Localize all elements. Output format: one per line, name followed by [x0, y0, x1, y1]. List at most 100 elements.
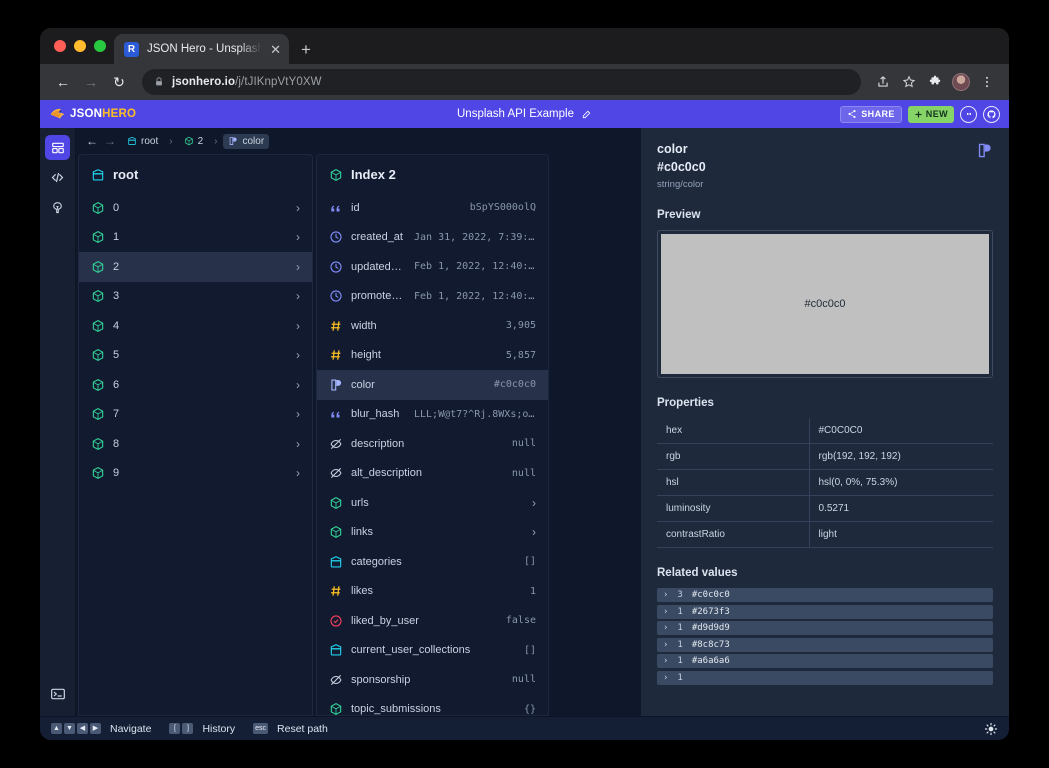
bookmark-star-icon[interactable]	[897, 70, 921, 94]
index2-pane-rows: id bSpYS000olQ created_at Jan 31, 2022, …	[317, 193, 548, 715]
object-icon	[330, 496, 342, 509]
list-item[interactable]: 8 ›	[79, 429, 312, 459]
theme-toggle-button[interactable]	[984, 722, 998, 736]
boolean-icon	[330, 615, 342, 627]
table-row-selected[interactable]: color #c0c0c0	[317, 370, 548, 400]
table-row: hex #C0C0C0	[657, 418, 993, 444]
list-item[interactable]: › 1 #2673f3	[657, 604, 993, 619]
app-header: JSONHERO Unsplash API Example SHARE NEW	[40, 100, 1009, 128]
table-row[interactable]: id bSpYS000olQ	[317, 193, 548, 223]
table-row[interactable]: liked_by_user false	[317, 606, 548, 636]
list-item[interactable]: 1 ›	[79, 223, 312, 253]
breadcrumb-item-root[interactable]: root	[122, 134, 163, 149]
app-logo[interactable]: JSONHERO	[49, 107, 136, 122]
close-window-button[interactable]	[54, 40, 66, 52]
property-key: rgb	[657, 443, 810, 470]
list-item[interactable]: 4 ›	[79, 311, 312, 341]
list-item[interactable]: 3 ›	[79, 282, 312, 312]
detail-key-name: color	[657, 142, 688, 156]
breadcrumb-item-color[interactable]: color	[223, 133, 270, 149]
table-row[interactable]: sponsorship null	[317, 665, 548, 695]
browser-tab-strip: R JSON Hero - Unsplash API Exa ✕ +	[40, 28, 1009, 64]
table-row[interactable]: alt_description null	[317, 459, 548, 489]
extensions-puzzle-icon[interactable]	[923, 70, 947, 94]
table-row[interactable]: width 3,905	[317, 311, 548, 341]
list-item-selected[interactable]: 2 ›	[79, 252, 312, 282]
share-icon[interactable]	[871, 70, 895, 94]
profile-avatar[interactable]	[949, 70, 973, 94]
list-item[interactable]: 5 ›	[79, 341, 312, 371]
row-value: bSpYS000olQ	[469, 202, 536, 214]
list-item[interactable]: 0 ›	[79, 193, 312, 223]
key-up: ▲	[51, 723, 62, 734]
rail-button-terminal[interactable]	[45, 681, 70, 706]
list-item[interactable]: › 1 #a6a6a6	[657, 654, 993, 668]
row-key: alt_description	[351, 467, 422, 480]
array-icon	[128, 136, 136, 145]
row-key: likes	[351, 585, 374, 598]
list-item[interactable]: 7 ›	[79, 400, 312, 430]
share-button[interactable]: SHARE	[840, 105, 902, 123]
breadcrumb-back-button[interactable]: ←	[86, 134, 98, 148]
array-icon	[330, 644, 342, 656]
forward-button[interactable]: →	[78, 69, 104, 95]
chrome-menu-icon[interactable]	[975, 70, 999, 94]
table-row[interactable]: categories []	[317, 547, 548, 577]
new-button[interactable]: NEW	[907, 105, 954, 123]
discord-icon[interactable]	[960, 105, 977, 123]
tab-close-icon[interactable]: ✕	[270, 43, 281, 56]
array-icon	[92, 168, 104, 181]
breadcrumb-forward-button[interactable]: →	[104, 134, 116, 148]
table-row[interactable]: description null	[317, 429, 548, 459]
table-row[interactable]: blur_hash LLL;W@t7?^Rj.8WXs;oIyDofI…	[317, 400, 548, 430]
maximize-window-button[interactable]	[94, 40, 106, 52]
table-row[interactable]: current_user_collections []	[317, 636, 548, 666]
index2-pane: Index 2 id bSpYS000olQ created_at Jan 31…	[316, 154, 549, 716]
list-item[interactable]: › 3 #c0c0c0	[657, 588, 993, 602]
property-key: luminosity	[657, 495, 810, 522]
object-icon	[92, 437, 104, 450]
github-icon[interactable]	[983, 105, 1000, 123]
list-item[interactable]: › 1	[657, 670, 993, 685]
table-row[interactable]: promoted_at Feb 1, 2022, 12:40:01 P…	[317, 282, 548, 312]
address-bar[interactable]: jsonhero.io/j/tJIKnpVtY0XW	[142, 69, 861, 95]
list-item[interactable]: › 1 #8c8c73	[657, 637, 993, 652]
reload-button[interactable]: ↻	[106, 69, 132, 95]
number-icon	[331, 321, 341, 331]
browser-tab[interactable]: R JSON Hero - Unsplash API Exa ✕	[114, 34, 289, 64]
detail-type-label: string/color	[657, 179, 704, 190]
chevron-right-icon: ›	[663, 672, 669, 683]
rail-button-code-view[interactable]	[45, 165, 70, 190]
app-logo-text: JSONHERO	[70, 108, 136, 120]
table-row[interactable]: updated_at Feb 1, 2022, 12:40:02 PM…	[317, 252, 548, 282]
rail-button-columns-view[interactable]	[45, 135, 70, 160]
new-tab-button[interactable]: +	[301, 41, 311, 58]
chevron-right-icon: ›	[296, 436, 300, 451]
history-label: History	[202, 722, 236, 735]
minimize-window-button[interactable]	[74, 40, 86, 52]
table-row[interactable]: urls ›	[317, 488, 548, 518]
edit-pencil-icon[interactable]	[581, 109, 592, 120]
table-row[interactable]: topic_submissions {}	[317, 695, 548, 715]
list-item[interactable]: › 1 #d9d9d9	[657, 621, 993, 635]
color-swatch: #c0c0c0	[661, 234, 989, 374]
table-row[interactable]: links ›	[317, 518, 548, 548]
object-icon	[184, 136, 193, 146]
header-actions: SHARE NEW	[840, 105, 1000, 123]
rail-button-tree-view[interactable]	[45, 195, 70, 220]
main-column-area: ← → root › 2 › color root 0 › 1 › 2 › 3 …	[76, 128, 641, 716]
table-row[interactable]: created_at Jan 31, 2022, 7:39:53 PM …	[317, 223, 548, 253]
index2-pane-title: Index 2	[317, 155, 548, 193]
row-key: links	[351, 526, 374, 539]
table-row[interactable]: likes 1	[317, 577, 548, 607]
object-icon	[92, 349, 104, 362]
list-item[interactable]: 6 ›	[79, 370, 312, 400]
related-value: #a6a6a6	[691, 656, 730, 666]
root-pane-title-label: root	[113, 167, 139, 182]
list-item[interactable]: 9 ›	[79, 459, 312, 489]
related-value: #c0c0c0	[691, 590, 730, 600]
breadcrumb-item-2[interactable]: 2	[179, 134, 209, 149]
object-icon	[92, 231, 104, 244]
table-row[interactable]: height 5,857	[317, 341, 548, 371]
back-button[interactable]: ←	[50, 69, 76, 95]
